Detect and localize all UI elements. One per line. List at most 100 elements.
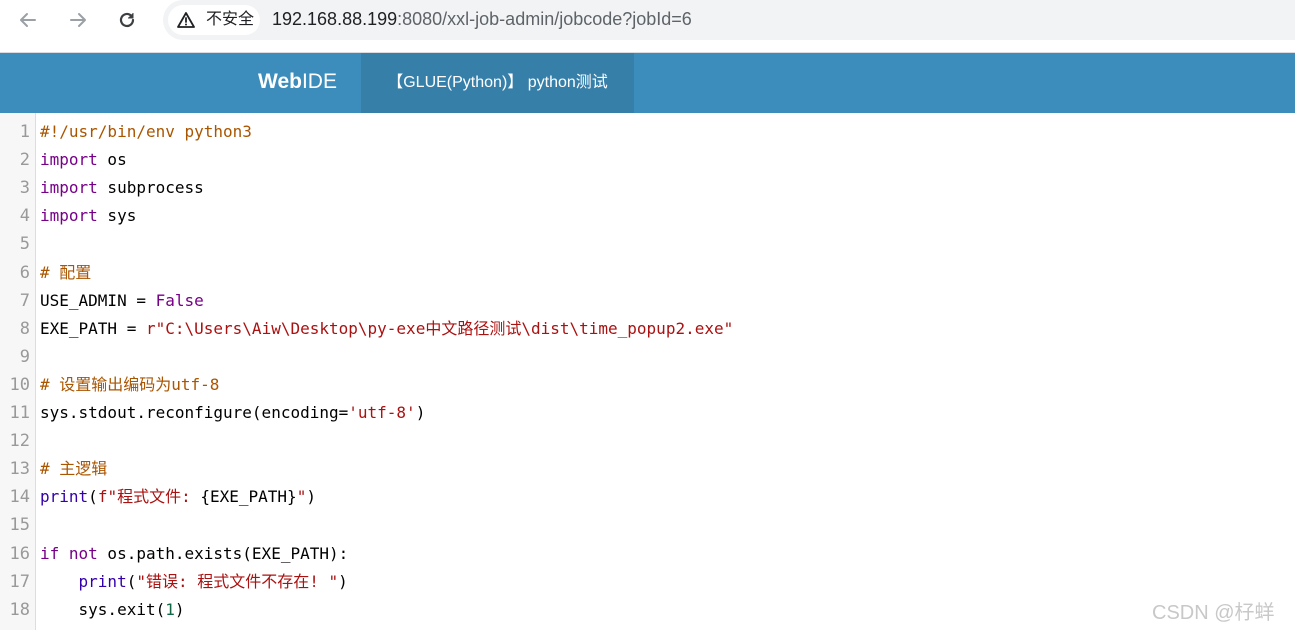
line-number: 14 [9,487,30,508]
line-number: 17 [9,571,30,592]
code-token-keyword: import [40,178,98,198]
code-token-plain: EXE_PATH = [40,318,146,338]
code-token-builtin: print [78,571,127,591]
code-line[interactable]: 1 #!/usr/bin/env python3 [0,118,1295,146]
reload-icon[interactable] [114,7,140,33]
code-line[interactable]: 4 import sys [0,202,1295,230]
security-chip[interactable]: 不安全 [168,5,260,35]
url-text[interactable]: 192.168.88.199:8080/xxl-job-admin/jobcod… [272,8,692,30]
code-token-plain: ( [126,571,137,591]
code-token-builtin: print [40,487,89,507]
url-host: 192.168.88.199 [272,9,398,29]
code-text: EXE_PATH = r"C:\Users\Aiw\Desktop\py-exe… [40,315,733,343]
code-line[interactable]: 5 [0,230,1295,258]
code-token-keyword: import [40,150,98,170]
code-token-plain: USE_ADMIN = [40,290,156,310]
line-number: 8 [19,318,30,339]
line-number: 12 [9,431,30,452]
code-text: #!/usr/bin/env python3 [40,118,252,146]
code-text: import sys [40,202,136,230]
line-number: 1 [19,122,30,142]
code-line[interactable]: 9 [0,343,1295,371]
code-token-keyword: False [155,290,204,310]
code-line[interactable]: 10 # 设置输出编码为utf-8 [0,371,1295,399]
code-token-plain: ) [306,487,316,507]
code-text: print("错误: 程式文件不存在! ") [40,568,348,596]
logo-light: IDE [301,70,337,93]
code-line[interactable]: 12 [0,427,1295,455]
line-number: 2 [19,150,30,171]
code-token-string: 'utf-8' [348,403,416,422]
code-line[interactable]: 16 if not os.path.exists(EXE_PATH): [0,540,1295,568]
url-path: :8080/xxl-job-admin/jobcode?jobId=6 [397,9,692,29]
code-token-comment: # 主逻辑 [40,459,108,479]
code-token-string: f"程式文件: [97,487,201,507]
code-text: sys.exit(1) [40,596,185,624]
job-title-tab[interactable]: 【GLUE(Python)】 python测试 [361,53,634,113]
code-line[interactable]: 13 # 主逻辑 [0,455,1295,483]
watermark: CSDN @杍蛘 [1152,602,1275,624]
code-line[interactable]: 17 print("错误: 程式文件不存在! ") [0,568,1295,596]
line-number: 5 [19,234,30,255]
code-token-comment: #!/usr/bin/env python3 [40,122,252,141]
code-token-plain: sys.exit( [40,599,166,619]
code-token-plain: sys [97,206,137,226]
code-token-number: 1 [165,599,175,619]
code-token-comment: # 设置输出编码为utf-8 [40,374,220,394]
code-line[interactable]: 7 USE_ADMIN = False [0,287,1295,315]
code-token-string: r"C:\Users\Aiw\Desktop\py-exe中文路径测试\dist… [145,318,734,338]
code-token-string: " [296,487,307,507]
code-text: if not os.path.exists(EXE_PATH): [40,540,348,568]
code-editor[interactable]: 1 #!/usr/bin/env python3 2 import os 3 import… [0,113,1295,630]
code-text: # 配置 [40,259,91,287]
logo-bold: Web [258,70,302,93]
warning-icon [177,12,195,33]
code-text: # 设置输出编码为utf-8 [40,371,219,399]
address-bar[interactable]: 不安全 192.168.88.199:8080/xxl-job-admin/jo… [163,0,1295,40]
line-number: 7 [19,290,30,311]
code-token-string: "错误: 程式文件不存在! " [136,571,339,591]
security-label: 不安全 [206,11,255,28]
line-number: 16 [9,543,30,564]
line-number: 18 [9,599,30,620]
code-text: # 主逻辑 [40,455,107,483]
code-line[interactable]: 18 sys.exit(1) [0,596,1295,624]
code-token-plain: ) [174,599,185,619]
code-token-comment: # 配置 [40,262,92,282]
code-token-keyword: if not [40,543,98,563]
code-line[interactable]: 15 [0,511,1295,539]
back-arrow-icon[interactable] [15,7,41,33]
line-number: 4 [19,206,30,227]
code-line[interactable]: 6 # 配置 [0,259,1295,287]
code-text: import os [40,146,127,174]
code-line[interactable]: 8 EXE_PATH = r"C:\Users\Aiw\Desktop\py-ex… [0,315,1295,343]
code-text: USE_ADMIN = False [40,287,204,315]
browser-toolbar: 不安全 192.168.88.199:8080/xxl-job-admin/jo… [0,0,1295,53]
webide-logo[interactable]: WebIDE [258,70,337,94]
line-number: 15 [9,515,30,536]
line-number: 3 [19,178,30,199]
code-text: sys.stdout.reconfigure(encoding='utf-8') [40,399,425,427]
code-line[interactable]: 14 print(f"程式文件: {EXE_PATH}") [0,483,1295,511]
code-token-plain: ) [415,403,426,422]
forward-arrow-icon[interactable] [65,7,91,33]
code-token-plain: {EXE_PATH} [200,487,297,507]
code-line[interactable]: 2 import os [0,146,1295,174]
code-token-plain: ( [88,487,98,507]
code-token-keyword: import [40,206,98,226]
code-token-plain: os.path.exists(EXE_PATH): [97,543,349,563]
line-number: 11 [9,403,30,423]
code-token-plain: subprocess [97,178,204,198]
code-line[interactable]: 11 sys.stdout.reconfigure(encoding='utf-8… [0,399,1295,427]
line-number: 13 [9,459,30,480]
line-number: 9 [19,346,30,367]
code-text: print(f"程式文件: {EXE_PATH}") [40,483,316,511]
line-number: 10 [9,374,30,395]
app-header: WebIDE 【GLUE(Python)】 python测试 [0,53,1295,113]
code-text: import subprocess [40,174,204,202]
code-line[interactable]: 3 import subprocess [0,174,1295,202]
code-token-plain: os [97,150,127,170]
code-token-plain: ) [338,571,348,591]
line-number: 6 [19,262,30,283]
